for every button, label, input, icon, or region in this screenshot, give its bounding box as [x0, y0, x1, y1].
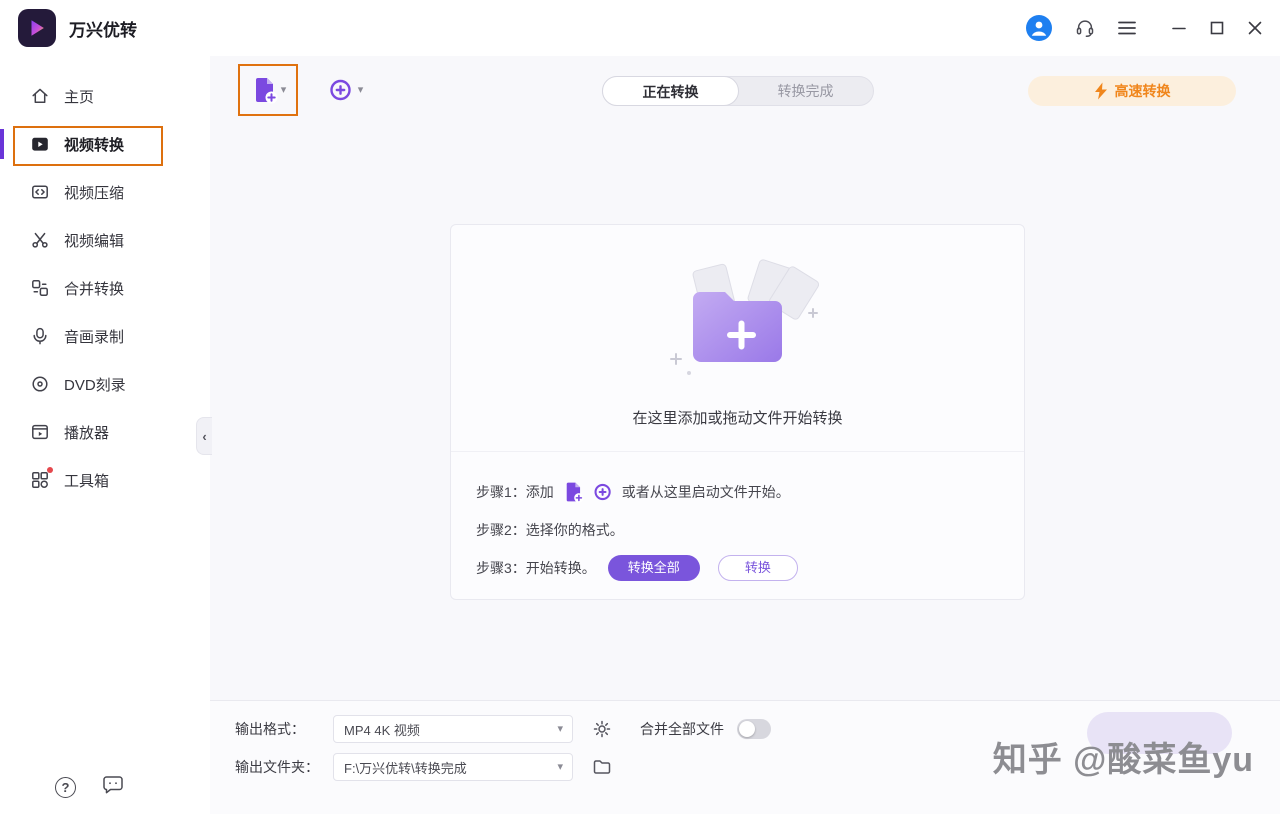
user-avatar-icon[interactable]: [1026, 15, 1052, 41]
steps: 步骤1：添加 或者从这里启动文件开始。 步骤2：选择你的格式。 步骤3：开始转换…: [476, 477, 798, 591]
step-2: 步骤2：选择你的格式。: [476, 515, 798, 545]
brand: 万兴优转: [18, 9, 137, 47]
add-url-icon[interactable]: [592, 481, 614, 503]
tab-converted[interactable]: 转换完成: [738, 77, 873, 105]
sidebar-item-label: 播放器: [64, 424, 110, 442]
add-file-icon: [255, 78, 278, 104]
step-3-text: 步骤3：开始转换。: [476, 560, 596, 576]
sidebar-item-label: 视频编辑: [64, 232, 125, 250]
chevron-down-icon: ▾: [357, 83, 364, 96]
file-dropzone[interactable]: 在这里添加或拖动文件开始转换 步骤1：添加 或者从这里启动文件开始。 步骤2：选…: [450, 224, 1025, 600]
sidebar-collapse-handle[interactable]: ‹: [196, 417, 212, 455]
output-folder-label: 输出文件夹：: [235, 759, 319, 775]
divider: [451, 451, 1024, 452]
video-edit-scissors-icon: [32, 232, 48, 248]
merge-all-label: 合并全部文件: [640, 721, 724, 737]
sidebar-item-player[interactable]: 播放器: [0, 408, 210, 456]
sidebar-item-video-edit[interactable]: 视频编辑: [0, 216, 210, 264]
video-compress-icon: [32, 185, 48, 199]
maximize-button[interactable]: [1210, 21, 1224, 35]
video-convert-icon: [32, 137, 48, 151]
add-folder-illustration: [643, 255, 833, 388]
step-1: 步骤1：添加 或者从这里启动文件开始。: [476, 477, 798, 507]
chevron-down-icon: ▾: [557, 760, 563, 773]
help-icon[interactable]: ?: [55, 777, 76, 798]
toggle-knob: [739, 721, 755, 737]
sidebar-item-label: 视频压缩: [64, 184, 125, 202]
output-format-label: 输出格式：: [235, 721, 305, 737]
chevron-down-icon: ▾: [280, 83, 287, 96]
menu-icon[interactable]: [1118, 20, 1136, 36]
feedback-icon[interactable]: [102, 775, 124, 800]
home-icon: [32, 88, 48, 103]
step-1-prefix: 步骤1：添加: [476, 484, 554, 500]
toolbox-new-badge: [47, 467, 53, 473]
record-mic-icon: [33, 327, 47, 345]
sidebar-item-video-compress[interactable]: 视频压缩: [0, 168, 210, 216]
titlebar: 万兴优转: [0, 0, 1280, 56]
output-format-select[interactable]: MP4 4K 视频 ▾: [333, 715, 573, 743]
add-url-button[interactable]: ▾: [316, 70, 374, 110]
sidebar-item-video-convert[interactable]: 视频转换: [0, 120, 210, 168]
sidebar-item-merge-convert[interactable]: 合并转换: [0, 264, 210, 312]
add-file-icon[interactable]: [562, 481, 584, 503]
lightning-icon: [1094, 82, 1107, 100]
output-folder-select[interactable]: F:\万兴优转\转换完成 ▾: [333, 753, 573, 781]
chevron-down-icon: ▾: [557, 722, 563, 735]
high-speed-convert-button[interactable]: 高速转换: [1028, 76, 1236, 106]
sidebar-item-label: 主页: [64, 88, 95, 106]
chevron-left-icon: ‹: [202, 428, 207, 444]
merge-convert-icon: [32, 280, 48, 296]
toolbox-icon: [32, 472, 48, 488]
output-format-value: MP4 4K 视频: [344, 722, 420, 738]
close-button[interactable]: [1248, 21, 1262, 35]
sidebar-item-toolbox[interactable]: 工具箱: [0, 456, 210, 504]
sidebar: 主页 视频转换 视频压缩 视频编辑 合并转换 音画录制 DVD刻录 播放器 工具…: [0, 56, 210, 814]
high-speed-convert-label: 高速转换: [1114, 83, 1171, 99]
sidebar-item-dvd-burn[interactable]: DVD刻录: [0, 360, 210, 408]
sidebar-item-label: 音画录制: [64, 328, 125, 346]
sidebar-item-label: DVD刻录: [64, 376, 126, 394]
convert-tabs: 正在转换 转换完成: [602, 76, 874, 106]
minimize-button[interactable]: [1172, 21, 1186, 35]
player-icon: [32, 424, 48, 440]
sidebar-item-label: 合并转换: [64, 280, 125, 298]
output-folder-value: F:\万兴优转\转换完成: [344, 760, 467, 776]
watermark: 知乎 @酸菜鱼yu: [992, 741, 1254, 779]
step-2-text: 步骤2：选择你的格式。: [476, 522, 624, 538]
convert-all-button[interactable]: 转换全部: [607, 555, 700, 581]
sidebar-item-record[interactable]: 音画录制: [0, 312, 210, 360]
sidebar-item-label: 工具箱: [64, 472, 110, 490]
tab-converting[interactable]: 正在转换: [602, 76, 739, 106]
add-url-icon: [330, 79, 351, 101]
sidebar-item-label: 视频转换: [64, 136, 125, 154]
app-logo-icon: [18, 9, 56, 47]
dvd-disc-icon: [32, 376, 48, 392]
format-settings-gear-icon[interactable]: [591, 718, 613, 740]
app-title: 万兴优转: [69, 20, 137, 40]
step-1-suffix: 或者从这里启动文件开始。: [621, 484, 790, 500]
sidebar-item-home[interactable]: 主页: [0, 72, 210, 120]
support-headset-icon[interactable]: [1074, 17, 1096, 39]
add-files-button[interactable]: ▾: [238, 64, 298, 116]
step-3: 步骤3：开始转换。 转换全部 转换: [476, 553, 798, 583]
open-folder-icon[interactable]: [591, 756, 613, 778]
dropzone-hint: 在这里添加或拖动文件开始转换: [632, 410, 843, 427]
convert-button[interactable]: 转换: [717, 555, 798, 581]
merge-all-toggle[interactable]: [737, 719, 771, 739]
main-area: ▾ ▾ 正在转换 转换完成 高速转换 在这里添加或拖动文件开始转换 步骤1：添加…: [210, 56, 1280, 814]
